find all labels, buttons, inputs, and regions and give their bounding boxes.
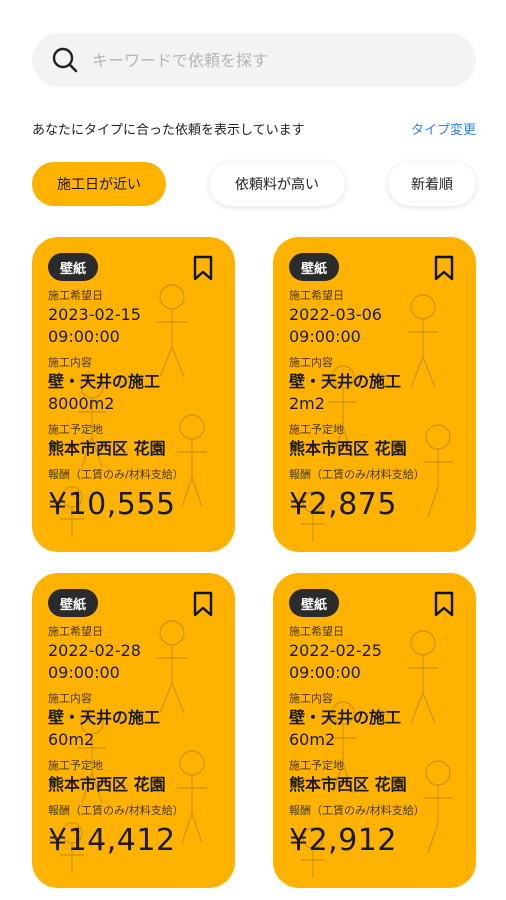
job-work: 壁・天井の施工	[289, 372, 402, 391]
job-date: 2023-02-15	[48, 305, 141, 324]
category-tag: 壁紙	[48, 253, 99, 281]
search-bar[interactable]	[32, 33, 476, 87]
place-label: 施工予定地	[289, 759, 344, 772]
content-label: 施工内容	[48, 356, 92, 369]
job-date: 2022-03-06	[289, 305, 382, 324]
reward-label: 報酬（工賃のみ/材料支給）	[289, 804, 425, 817]
job-area: 2m2	[289, 394, 325, 413]
job-date: 2022-02-28	[48, 641, 141, 660]
sort-by-date-chip[interactable]: 施工日が近い	[32, 162, 166, 206]
bookmark-icon[interactable]	[434, 591, 454, 617]
job-work: 壁・天井の施工	[289, 708, 402, 727]
job-place: 熊本市西区 花園	[48, 775, 166, 794]
job-work: 壁・天井の施工	[48, 372, 161, 391]
reward-label: 報酬（工賃のみ/材料支給）	[289, 468, 425, 481]
search-input[interactable]	[90, 49, 434, 71]
place-label: 施工予定地	[48, 759, 103, 772]
category-tag: 壁紙	[289, 253, 340, 281]
reward-label: 報酬（工賃のみ/材料支給）	[48, 804, 184, 817]
job-price: ¥2,912	[289, 823, 397, 858]
job-area: 8000m2	[48, 394, 115, 413]
job-time: 09:00:00	[48, 663, 120, 682]
bookmark-icon[interactable]	[193, 255, 213, 281]
sort-by-newest-chip[interactable]: 新着順	[388, 162, 476, 206]
content-label: 施工内容	[289, 356, 333, 369]
bookmark-icon[interactable]	[434, 255, 454, 281]
category-tag: 壁紙	[48, 589, 99, 617]
place-label: 施工予定地	[48, 423, 103, 436]
job-time: 09:00:00	[48, 327, 120, 346]
job-price: ¥14,412	[48, 823, 176, 858]
job-card[interactable]: 壁紙 施工希望日 2022-02-28 09:00:00 施工内容 壁・天井の施…	[32, 573, 235, 888]
content-label: 施工内容	[289, 692, 333, 705]
job-card[interactable]: 壁紙 施工希望日 2022-02-25 09:00:00 施工内容 壁・天井の施…	[273, 573, 476, 888]
sort-filters: 施工日が近い 依頼料が高い 新着順	[32, 162, 476, 206]
date-label: 施工希望日	[289, 289, 344, 302]
job-place: 熊本市西区 花園	[48, 439, 166, 458]
date-label: 施工希望日	[289, 625, 344, 638]
recommendation-info: あなたにタイプに合った依頼を表示しています タイプ変更	[32, 119, 476, 138]
job-area: 60m2	[48, 730, 95, 749]
category-tag: 壁紙	[289, 589, 340, 617]
job-price: ¥2,875	[289, 487, 397, 522]
bookmark-icon[interactable]	[193, 591, 213, 617]
place-label: 施工予定地	[289, 423, 344, 436]
recommendation-text: あなたにタイプに合った依頼を表示しています	[32, 123, 305, 138]
date-label: 施工希望日	[48, 289, 103, 302]
job-time: 09:00:00	[289, 663, 361, 682]
job-date: 2022-02-25	[289, 641, 382, 660]
job-price: ¥10,555	[48, 487, 176, 522]
date-label: 施工希望日	[48, 625, 103, 638]
content-label: 施工内容	[48, 692, 92, 705]
sort-by-price-chip[interactable]: 依頼料が高い	[209, 162, 345, 206]
reward-label: 報酬（工賃のみ/材料支給）	[48, 468, 184, 481]
job-card[interactable]: 壁紙 施工希望日 2023-02-15 09:00:00 施工内容 壁・天井の施…	[32, 237, 235, 552]
job-card[interactable]: 壁紙 施工希望日 2022-03-06 09:00:00 施工内容 壁・天井の施…	[273, 237, 476, 552]
job-area: 60m2	[289, 730, 336, 749]
search-icon	[52, 47, 78, 73]
job-work: 壁・天井の施工	[48, 708, 161, 727]
job-place: 熊本市西区 花園	[289, 439, 407, 458]
job-place: 熊本市西区 花園	[289, 775, 407, 794]
job-time: 09:00:00	[289, 327, 361, 346]
change-type-link[interactable]: タイプ変更	[411, 119, 476, 138]
